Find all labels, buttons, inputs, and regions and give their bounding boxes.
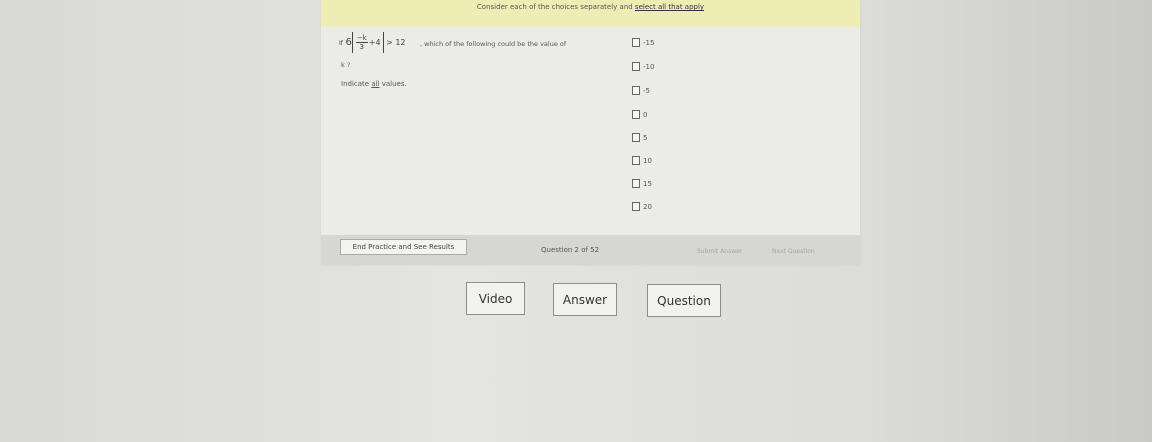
if-label: If: [339, 40, 343, 47]
choice-option[interactable]: 15: [632, 179, 652, 188]
checkbox[interactable]: [632, 62, 640, 71]
checkbox[interactable]: [632, 86, 640, 95]
question-counter: Question 2 of 52: [541, 246, 600, 254]
checkbox[interactable]: [632, 156, 640, 165]
choice-label: 5: [643, 133, 648, 142]
choice-option[interactable]: 5: [632, 133, 647, 142]
indicate-suffix: values.: [379, 80, 407, 88]
choice-label: -10: [643, 62, 655, 71]
next-question-button[interactable]: Next Question: [772, 248, 815, 255]
choice-label: 20: [643, 202, 652, 211]
checkbox[interactable]: [632, 202, 640, 211]
choice-label: 10: [643, 156, 652, 165]
absolute-value: −k 3 +4: [351, 32, 384, 53]
choice-option[interactable]: 20: [632, 202, 652, 211]
fraction-numerator: −k: [355, 34, 368, 43]
instructions-emphasis: select all that apply: [634, 3, 705, 11]
question-button[interactable]: Question: [647, 284, 721, 317]
choice-label: -15: [643, 38, 655, 47]
inequality: > 12: [386, 38, 406, 47]
instructions-bar: Consider each of the choices separately …: [321, 0, 860, 27]
instructions-text: Consider each of the choices separately …: [321, 3, 860, 11]
checkbox[interactable]: [632, 133, 640, 142]
video-button[interactable]: Video: [466, 282, 525, 315]
indicate-text: Indicate all values.: [341, 80, 407, 88]
question-variable: k ?: [341, 61, 351, 69]
end-practice-button[interactable]: End Practice and See Results: [340, 239, 467, 255]
plus-term: +4: [368, 38, 381, 47]
choice-label: -5: [643, 86, 650, 95]
choice-option[interactable]: -15: [632, 38, 654, 47]
answer-button[interactable]: Answer: [553, 283, 617, 316]
question-expression: If 6 −k 3 +4 > 12: [339, 32, 406, 53]
instructions-prefix: Consider each of the choices separately …: [476, 3, 635, 11]
fraction-denominator: 3: [359, 43, 364, 51]
indicate-emphasis: all: [371, 80, 380, 88]
choice-option[interactable]: -10: [632, 62, 654, 71]
checkbox[interactable]: [632, 110, 640, 119]
checkbox[interactable]: [632, 179, 640, 188]
choice-option[interactable]: -5: [632, 86, 650, 95]
submit-answer-button[interactable]: Submit Answer: [697, 248, 742, 255]
checkbox[interactable]: [632, 38, 640, 47]
choice-label: 0: [643, 110, 648, 119]
question-text: , which of the following could be the va…: [420, 40, 567, 48]
choice-label: 15: [643, 179, 652, 188]
choice-option[interactable]: 10: [632, 156, 652, 165]
fraction: −k 3: [355, 34, 368, 51]
choice-option[interactable]: 0: [632, 110, 647, 119]
indicate-prefix: Indicate: [341, 80, 372, 88]
